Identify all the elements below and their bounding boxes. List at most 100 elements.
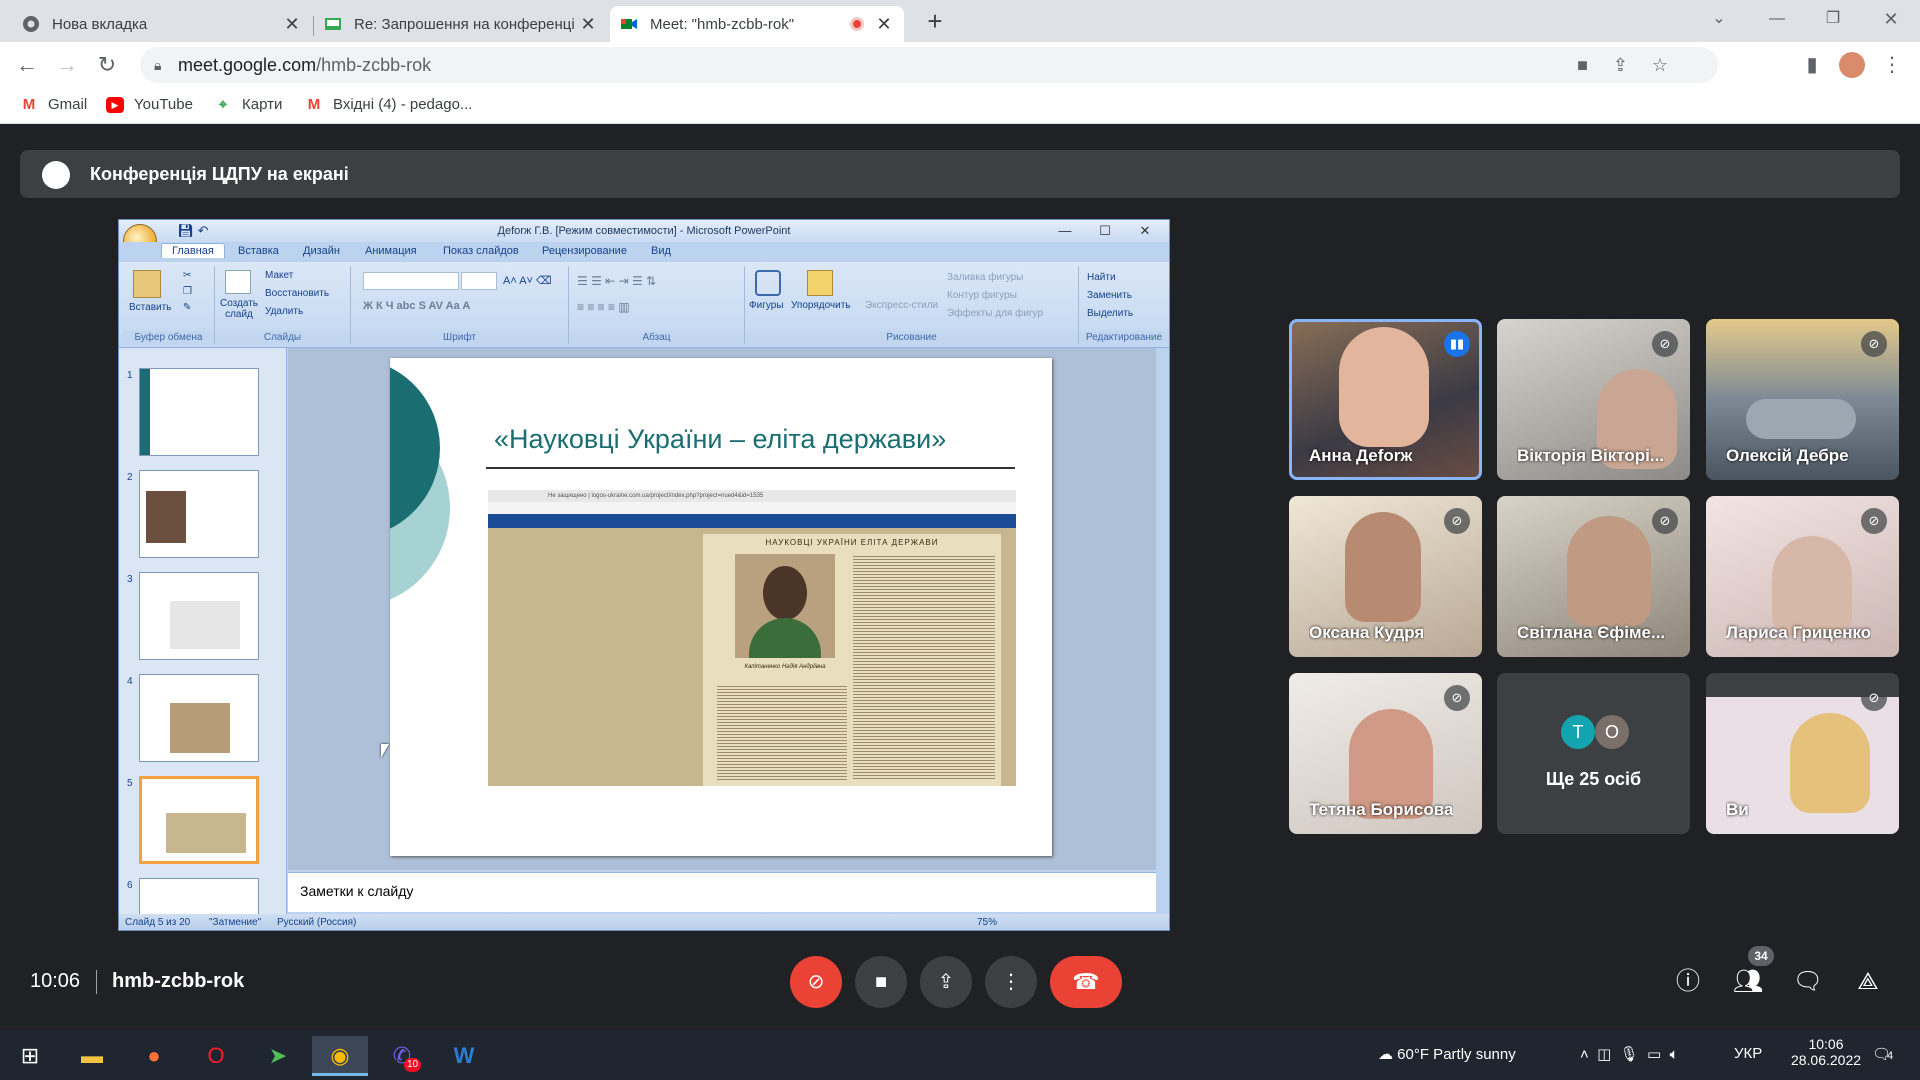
taskbar-viber[interactable]: ✆ 10 (374, 1036, 430, 1076)
bookmark-youtube[interactable]: ▶ YouTube (106, 96, 193, 113)
participant-tile[interactable]: ⊘ Лариса Гриценко (1706, 496, 1899, 657)
more-participants-tile[interactable]: T O Ще 25 осіб (1497, 673, 1690, 834)
align-icons: ≡ ≡ ≡ ≡ ▥ (577, 300, 630, 314)
group-label: Редактирование (1079, 331, 1169, 344)
bookmark-inbox[interactable]: M Вхідні (4) - pedago... (305, 96, 473, 113)
format-painter-icon: ✎ (183, 302, 192, 313)
people-button[interactable]: 👥︎ (1730, 964, 1766, 1000)
presentation-banner: Конференція ЦДПУ на екрані (20, 150, 1900, 198)
participant-video (1345, 512, 1421, 622)
bookmark-gmail[interactable]: M Gmail (20, 96, 87, 113)
mic-icon: 🎙︎ (1619, 1046, 1639, 1063)
slide-title-rule (486, 467, 1015, 469)
address-bar[interactable]: 🔒︎ meet.google.com/hmb-zcbb-rok ■ ⇪ ☆ (140, 47, 1718, 83)
participant-tile[interactable]: ⊘ Тетяна Борисова (1289, 673, 1482, 834)
slide-title: «Науковці України – еліта держави» (494, 424, 947, 454)
browser-toolbar: ← → ↻ 🔒︎ meet.google.com/hmb-zcbb-rok ■ … (0, 42, 1920, 88)
bookmarks-bar: M Gmail ▶ YouTube ⌖ Карти M Вхідні (4) - ped… (0, 88, 1920, 124)
taskbar-explorer[interactable]: ▬ (64, 1036, 120, 1076)
side-panel-icon[interactable]: ▮ (1797, 50, 1827, 80)
tab-new-tab[interactable]: Нова вкладка ✕ (12, 6, 312, 42)
taskbar-telegram[interactable]: ➤ (250, 1036, 306, 1076)
camera-toggle-button[interactable]: ■ (855, 956, 907, 1008)
participant-name: Ви (1726, 800, 1749, 819)
meeting-code: hmb-zcbb-rok (112, 970, 245, 992)
taskbar-word[interactable]: W (436, 1036, 492, 1076)
share-icon[interactable]: ⇪ (1613, 47, 1628, 83)
chrome-icon: ◉ (330, 1043, 350, 1068)
meet-icon (621, 19, 637, 29)
volume-icon: 🔈︎ (1669, 1046, 1679, 1063)
activities-icon: ⟁ (1857, 968, 1879, 995)
info-icon: ⓘ (1676, 968, 1700, 995)
clock[interactable]: 10:06 28.06.2022 (1788, 1036, 1864, 1068)
tab-title: Meet: "hmb-zcbb-rok" (650, 15, 795, 33)
weather-widget[interactable]: ☁︎ 60°F Partly sunny (1378, 1045, 1516, 1063)
tab-meet[interactable]: Meet: "hmb-zcbb-rok" ✕ (610, 6, 904, 42)
group-label: Буфер обмена (123, 331, 214, 344)
bookmark-label: Карти (242, 96, 283, 113)
telegram-icon: ➤ (268, 1043, 288, 1068)
avatar: O (1595, 715, 1629, 749)
back-button[interactable]: ← (12, 50, 42, 80)
shape-effects-label: Эффекты для фигур (947, 308, 1044, 319)
keyboard-language[interactable]: УКР (1734, 1045, 1762, 1062)
close-icon[interactable]: ✕ (578, 14, 598, 35)
forward-button[interactable]: → (52, 50, 82, 80)
mic-toggle-button[interactable]: ⊘ (790, 956, 842, 1008)
taskbar-opera[interactable]: O (188, 1036, 244, 1076)
meeting-details-button[interactable]: ⓘ (1670, 964, 1706, 1000)
tab-mail[interactable]: Re: Запрошення на конференці ✕ (314, 6, 608, 42)
avatar-initial: T (1572, 722, 1584, 742)
taskbar-chrome[interactable]: ◉ (312, 1036, 368, 1076)
participant-tile[interactable]: ⊘ Ви (1706, 673, 1899, 834)
chevron-up-icon: ˄ (1580, 1046, 1589, 1063)
url-host: meet.google.com (178, 55, 317, 75)
avatar[interactable] (1837, 50, 1867, 80)
group-clipboard: Вставить ✂ ❐ ✎ Буфер обмена (123, 266, 215, 344)
reload-button[interactable]: ↻ (92, 50, 122, 80)
status-language: Русский (Россия) (277, 917, 357, 928)
avatar: T (1561, 715, 1595, 749)
reset-label: Восстановить (265, 288, 330, 299)
article-text-left (717, 684, 847, 780)
participant-name: Вікторія Вікторі... (1517, 446, 1665, 465)
youtube-icon: ▶ (106, 96, 124, 113)
participant-tile[interactable]: ⊘ Вікторія Вікторі... (1497, 319, 1690, 480)
participant-tile[interactable]: ⊘ Світлана Єфіме... (1497, 496, 1690, 657)
restore-button[interactable]: ❐ (1818, 4, 1848, 34)
camera-icon[interactable]: ■ (1577, 47, 1588, 83)
screenshot-address: Не защищено | logos-ukraine.com.ua/proje… (488, 490, 1016, 502)
participant-tile[interactable]: ▮▮ Анна Деforж (1289, 319, 1482, 480)
notifications-button[interactable]: 🗨︎4 (1872, 1045, 1893, 1063)
tab-search-button[interactable]: ⌄ (1704, 4, 1734, 34)
group-label: Слайды (215, 331, 350, 344)
bookmark-star-icon[interactable]: ☆ (1652, 47, 1668, 83)
start-button[interactable]: ⊞ (2, 1036, 58, 1076)
menu-icon[interactable]: ⋮ (1877, 50, 1907, 80)
close-icon[interactable]: ✕ (282, 14, 302, 35)
chat-button[interactable]: 🗨︎ (1790, 964, 1826, 1000)
participant-tile[interactable]: ⊘ Олексій Дебре (1706, 319, 1899, 480)
taskbar-firefox[interactable]: ● (126, 1036, 182, 1076)
more-options-button[interactable]: ⋮ (985, 956, 1037, 1008)
url-path: /hmb-zcbb-rok (316, 55, 432, 75)
mic-off-icon: ⊘ (1652, 508, 1678, 534)
status-theme: "Затмение" (209, 917, 262, 928)
mic-off-icon: ⊘ (1652, 331, 1678, 357)
close-window-button[interactable]: ✕ (1876, 4, 1906, 34)
participant-name: Тетяна Борисова (1309, 800, 1454, 819)
browser-tab-bar: Нова вкладка ✕ Re: Запрошення на конфере… (0, 0, 1920, 42)
bookmark-maps[interactable]: ⌖ Карти (214, 96, 283, 113)
new-tab-button[interactable]: + (920, 6, 950, 36)
participant-tile[interactable]: ⊘ Оксана Кудря (1289, 496, 1482, 657)
ribbon-tabs: Главная Вставка Дизайн Анимация Показ сл… (119, 242, 1169, 262)
activities-button[interactable]: ⟁ (1850, 964, 1886, 1000)
present-button[interactable]: ⇪ (920, 956, 972, 1008)
leave-call-button[interactable]: ☎ (1050, 956, 1122, 1008)
tray-icons[interactable]: ˄ ◫ 🎙︎ ▭ 🔈︎ (1580, 1045, 1679, 1063)
minimize-button[interactable]: — (1762, 4, 1792, 34)
layout-label: Макет (265, 270, 294, 281)
shared-screen-powerpoint: Деforж Г.В. [Режим совместимости] - Micr… (118, 219, 1170, 931)
close-icon[interactable]: ✕ (874, 14, 894, 35)
